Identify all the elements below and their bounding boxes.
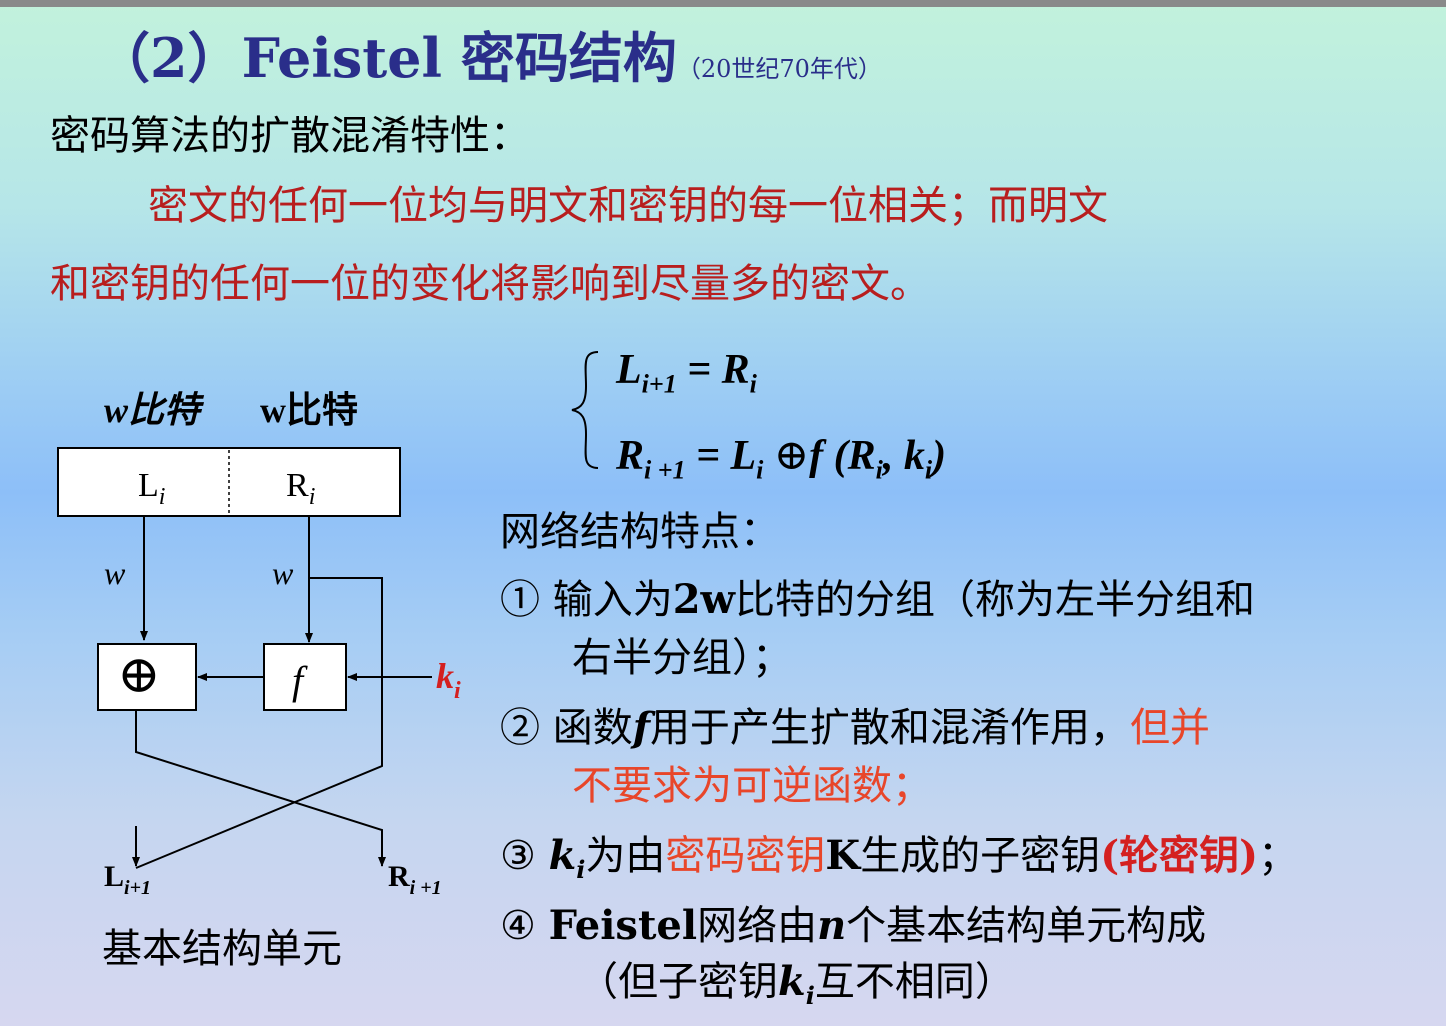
bits-label-left: w比特: [104, 390, 205, 430]
features-heading: 网络结构特点：: [500, 509, 780, 555]
diffusion-line-2: 和密钥的任何一位的变化将影响到尽量多的密文。: [50, 261, 930, 307]
equation-brace: [571, 351, 599, 469]
output-right-label: Ri +1: [388, 860, 442, 899]
bits-label-right: w比特: [260, 390, 358, 430]
feature-2: ② 函数f用于产生扩散和混淆作用，但并: [500, 704, 1210, 751]
equation-2: Ri +1 = Li ⊕f (Ri, ki): [616, 433, 947, 485]
f-function-box: [263, 643, 347, 711]
title-note: （20世纪70年代）: [676, 55, 882, 83]
title-prefix: （2）: [96, 26, 242, 90]
equation-1: Li+1 = Ri: [616, 347, 757, 399]
feistel-diagram: w比特 w比特 Li Ri w w ⊕ f ki Li+1 Ri +1 基本结构…: [57, 390, 461, 971]
diffusion-line-1: 密文的任何一位均与明文和密钥的每一位相关；而明文: [148, 183, 1108, 229]
left-wire-label: w: [104, 555, 126, 591]
feature-1-cont: 右半分组）；: [572, 635, 792, 681]
right-branch-wire: [135, 577, 383, 869]
key-label: ki: [436, 656, 461, 704]
feature-4-cont: （但子密钥ki互不相同）: [578, 958, 1015, 1010]
xor-to-right-output: [135, 710, 386, 867]
feature-3: ③ ki为由密码密钥K生成的子密钥(轮密钥)；: [500, 832, 1299, 884]
feature-1: ① 输入为2w比特的分组（称为左半分组和: [500, 576, 1255, 623]
feature-4: ④ Feistel网络由n个基本结构单元构成: [500, 902, 1207, 949]
right-wire-label: w: [272, 555, 294, 591]
slide-title: （2）Feistel 密码结构（20世纪70年代）: [96, 18, 882, 109]
xor-symbol: ⊕: [117, 647, 161, 704]
diagram-caption: 基本结构单元: [102, 926, 342, 971]
feature-2-cont: 不要求为可逆函数；: [572, 763, 932, 809]
diffusion-heading: 密码算法的扩散混淆特性：: [50, 113, 530, 159]
output-left-label: Li+1: [104, 860, 151, 899]
title-main: Feistel 密码结构: [241, 26, 677, 90]
top-border: [0, 0, 1446, 7]
